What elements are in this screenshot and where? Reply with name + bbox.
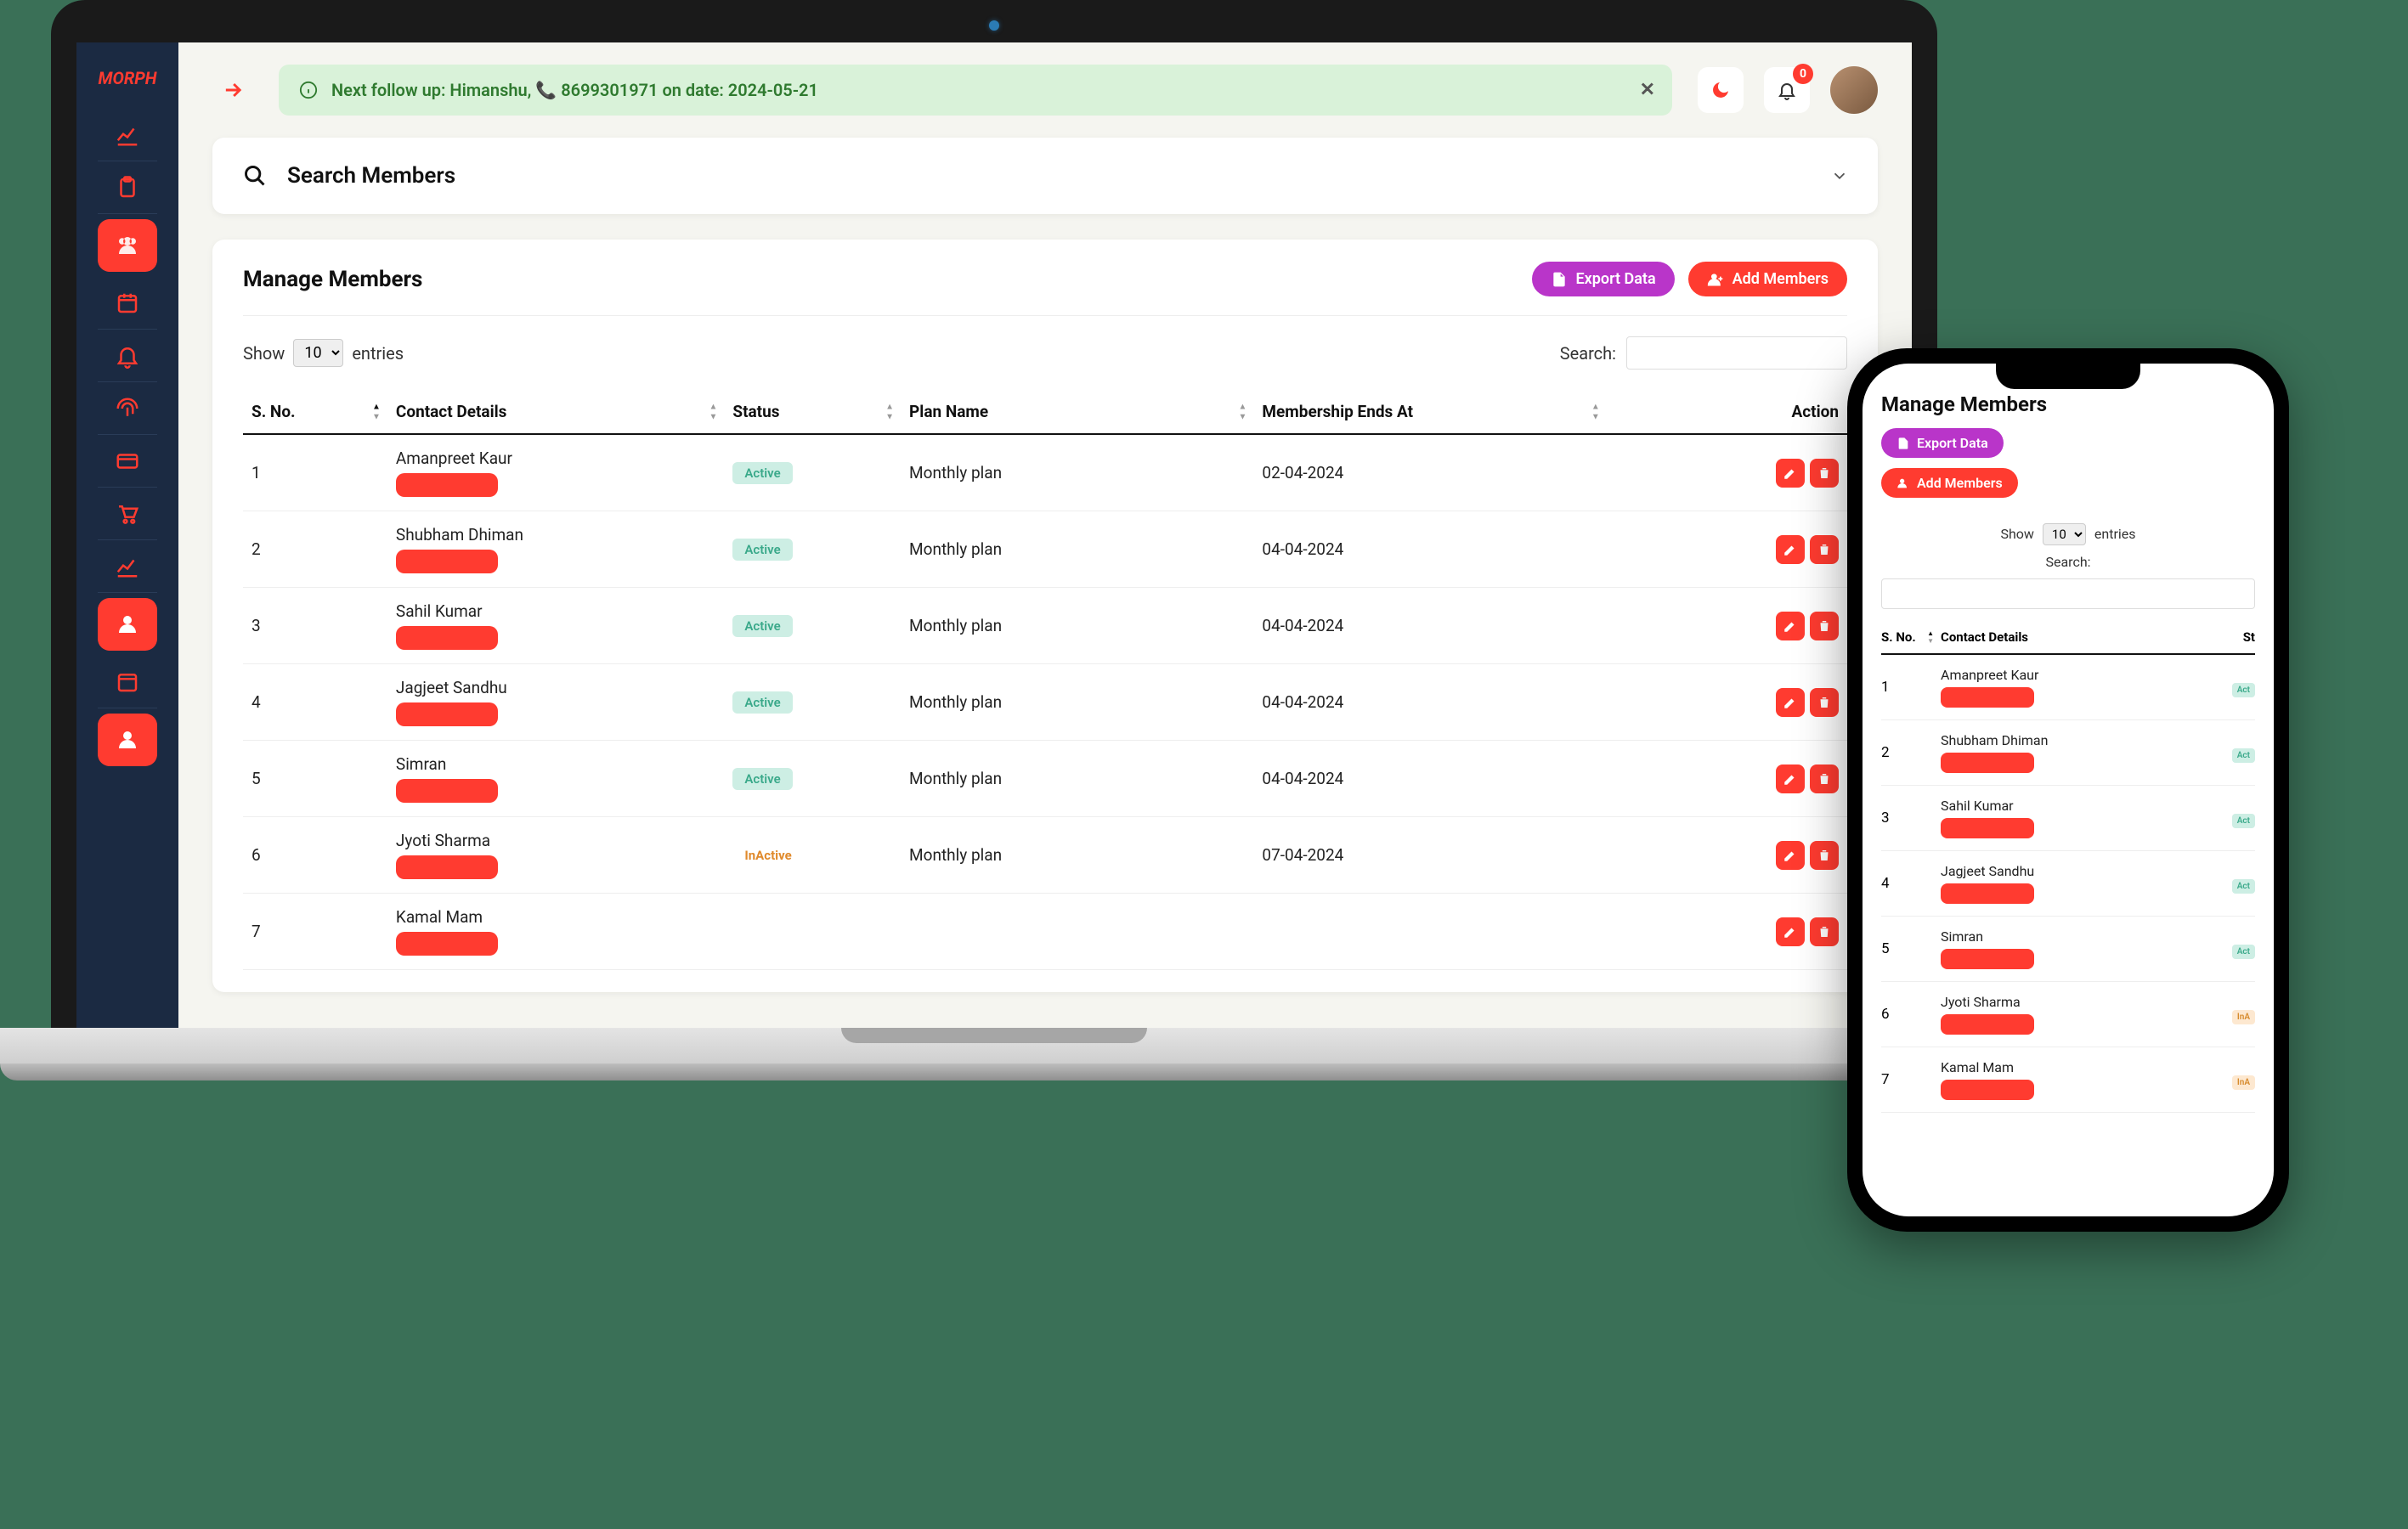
info-icon <box>299 81 318 99</box>
redacted-phone <box>396 473 498 497</box>
table-row: 7 Kamal Mam <box>243 894 1847 970</box>
edit-button[interactable] <box>1776 688 1805 717</box>
redacted-phone <box>1941 753 2034 773</box>
sidebar-item-clipboard[interactable] <box>98 161 157 214</box>
edit-button[interactable] <box>1776 612 1805 640</box>
phone-export-button[interactable]: Export Data <box>1881 428 2004 458</box>
table-row: 2 Shubham Dhiman Active Monthly plan 04-… <box>243 511 1847 588</box>
phone-table-row: 2 Shubham Dhiman Act <box>1881 720 2255 786</box>
table-row: 5 Simran Active Monthly plan 04-04-2024 <box>243 741 1847 817</box>
phone-add-button[interactable]: Add Members <box>1881 468 2018 498</box>
edit-button[interactable] <box>1776 917 1805 946</box>
delete-button[interactable] <box>1810 459 1839 488</box>
edit-button[interactable] <box>1776 841 1805 870</box>
sidebar-item-cart[interactable] <box>98 488 157 540</box>
laptop-camera-icon <box>989 20 999 31</box>
phone-table-row: 1 Amanpreet Kaur Act <box>1881 655 2255 720</box>
menu-toggle-button[interactable] <box>212 70 253 110</box>
redacted-phone <box>1941 1080 2034 1100</box>
show-suffix: entries <box>352 343 404 364</box>
main-panel: Next follow up: Himanshu, 📞 8699301971 o… <box>178 42 1912 1028</box>
table-row: 1 Amanpreet Kaur Active Monthly plan 02-… <box>243 434 1847 511</box>
table-row: 3 Sahil Kumar Active Monthly plan 04-04-… <box>243 588 1847 664</box>
redacted-phone <box>1941 687 2034 708</box>
phone-search-label: Search: <box>1881 554 2255 570</box>
notifications-count: 0 <box>1793 64 1813 84</box>
redacted-phone <box>396 855 498 879</box>
sidebar-item-archive[interactable] <box>98 656 157 708</box>
sidebar-item-card[interactable] <box>98 435 157 488</box>
redacted-phone <box>396 702 498 726</box>
sidebar-item-fingerprint[interactable] <box>98 382 157 435</box>
phone-table-row: 3 Sahil Kumar Act <box>1881 786 2255 851</box>
phone-frame: Manage Members Export Data Add Members S… <box>1847 348 2289 1232</box>
show-prefix: Show <box>243 343 285 364</box>
user-avatar[interactable] <box>1830 66 1878 114</box>
notifications-button[interactable]: 0 <box>1764 67 1810 113</box>
file-icon <box>1551 271 1568 288</box>
members-table: S. No.▲▼ Contact Details▲▼ Status▲▼ Plan… <box>243 390 1847 970</box>
bell-icon <box>1777 80 1797 100</box>
manage-members-card: Manage Members Export Data Add Members <box>212 240 1878 992</box>
sidebar: MORPH <box>76 42 178 1028</box>
phone-table-row: 4 Jagjeet Sandhu Act <box>1881 851 2255 917</box>
redacted-phone <box>1941 1014 2034 1035</box>
theme-toggle-button[interactable] <box>1698 67 1744 113</box>
delete-button[interactable] <box>1810 535 1839 564</box>
search-card-title: Search Members <box>287 163 455 189</box>
alert-close-button[interactable]: ✕ <box>1640 80 1655 101</box>
sidebar-item-members-2[interactable] <box>98 598 157 651</box>
add-members-button[interactable]: Add Members <box>1688 262 1847 296</box>
sidebar-item-members-3[interactable] <box>98 714 157 766</box>
chevron-down-icon <box>1830 166 1849 185</box>
sidebar-item-reports[interactable] <box>98 540 157 593</box>
phone-entries-select[interactable]: 10 <box>2043 523 2086 545</box>
search-icon <box>243 164 267 188</box>
phone-manage-title: Manage Members <box>1881 392 2255 416</box>
delete-button[interactable] <box>1810 612 1839 640</box>
delete-button[interactable] <box>1810 688 1839 717</box>
search-members-card[interactable]: Search Members <box>212 138 1878 214</box>
redacted-phone <box>396 779 498 803</box>
user-plus-icon <box>1896 477 1910 490</box>
delete-button[interactable] <box>1810 764 1839 793</box>
followup-alert: Next follow up: Himanshu, 📞 8699301971 o… <box>279 65 1672 116</box>
phone-table-row: 7 Kamal Mam InA <box>1881 1047 2255 1113</box>
phone-search-input[interactable] <box>1881 578 2255 609</box>
laptop-frame: MORPH <box>51 0 1937 1080</box>
sidebar-item-members[interactable] <box>98 219 157 272</box>
table-row: 4 Jagjeet Sandhu Active Monthly plan 04-… <box>243 664 1847 741</box>
edit-button[interactable] <box>1776 764 1805 793</box>
logo: MORPH <box>98 51 156 109</box>
user-plus-icon <box>1707 271 1724 288</box>
redacted-phone <box>396 626 498 650</box>
edit-button[interactable] <box>1776 459 1805 488</box>
table-search-label: Search: <box>1560 343 1616 364</box>
table-row: 6 Jyoti Sharma InActive Monthly plan 07-… <box>243 817 1847 894</box>
sidebar-item-calendar[interactable] <box>98 277 157 330</box>
phone-table-row: 6 Jyoti Sharma InA <box>1881 982 2255 1047</box>
manage-title: Manage Members <box>243 267 422 292</box>
redacted-phone <box>1941 949 2034 969</box>
topbar: Next follow up: Himanshu, 📞 8699301971 o… <box>178 42 1912 138</box>
delete-button[interactable] <box>1810 917 1839 946</box>
alert-text: Next follow up: Himanshu, 📞 8699301971 o… <box>331 80 818 100</box>
sidebar-item-analytics[interactable] <box>98 109 157 161</box>
edit-button[interactable] <box>1776 535 1805 564</box>
redacted-phone <box>1941 883 2034 904</box>
export-data-button[interactable]: Export Data <box>1532 262 1675 296</box>
table-search-input[interactable] <box>1626 336 1847 370</box>
redacted-phone <box>396 550 498 573</box>
entries-select[interactable]: 10 <box>293 339 343 367</box>
moon-icon <box>1710 80 1731 100</box>
redacted-phone <box>1941 818 2034 838</box>
redacted-phone <box>396 932 498 956</box>
phone-table-row: 5 Simran Act <box>1881 917 2255 982</box>
phone-notch <box>1996 364 2140 389</box>
delete-button[interactable] <box>1810 841 1839 870</box>
sidebar-item-notifications[interactable] <box>98 330 157 382</box>
file-icon <box>1896 437 1910 450</box>
